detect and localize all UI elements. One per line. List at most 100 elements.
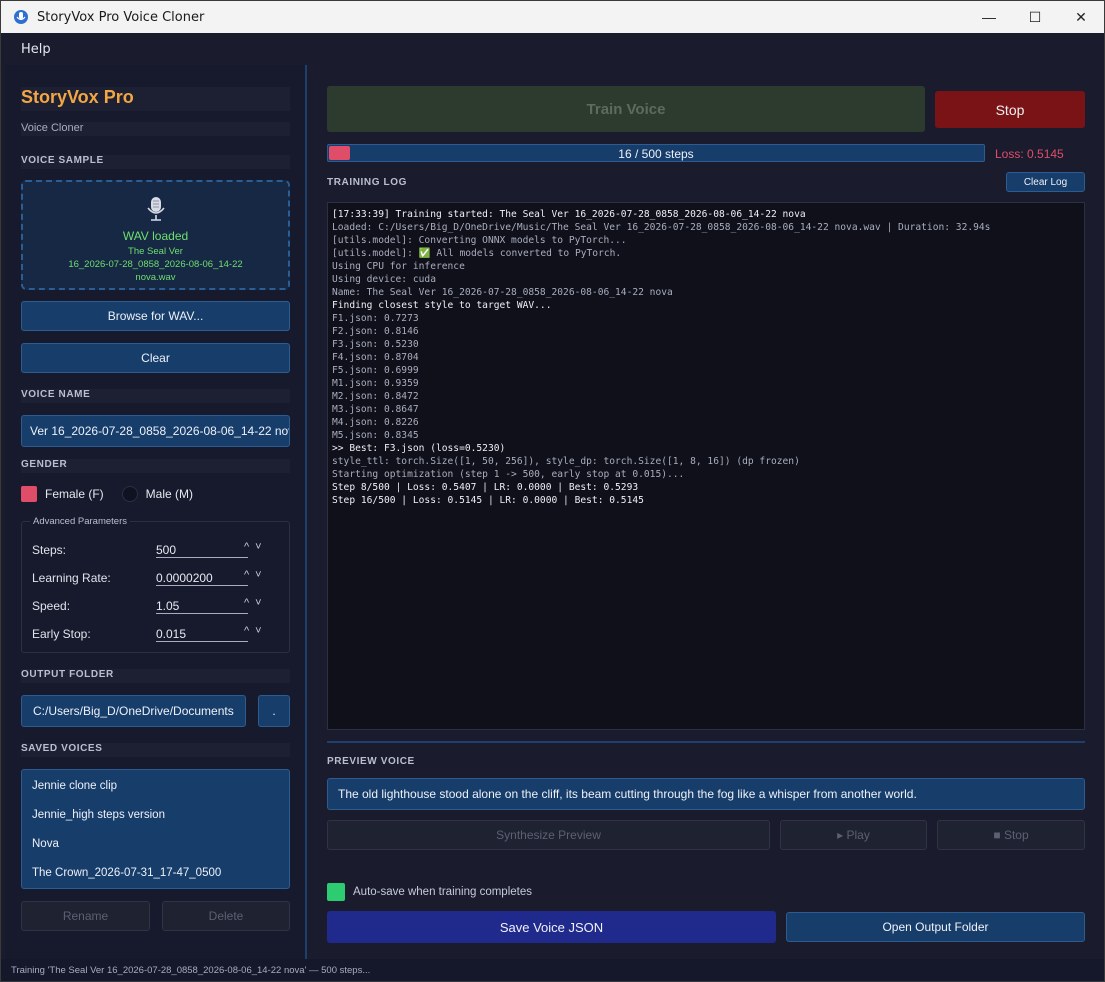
- training-log-header: TRAINING LOG: [327, 177, 407, 188]
- param-row-speed: Speed: 1.05 ^˅: [32, 596, 282, 614]
- window-title: StoryVox Pro Voice Cloner: [37, 9, 205, 25]
- log-line: [utils.model]: ✅ All models converted to…: [332, 248, 622, 259]
- log-line: Name: The Seal Ver 16_2026-07-28_0858_20…: [332, 287, 673, 298]
- sample-filename: The Seal Ver 16_2026-07-28_0858_2026-08-…: [23, 245, 288, 284]
- voice-sample-header: VOICE SAMPLE: [21, 155, 290, 169]
- training-log[interactable]: [17:33:39] Training started: The Seal Ve…: [327, 202, 1085, 730]
- app-window: StoryVox Pro Voice Cloner — ☐ ✕ Help Sto…: [0, 0, 1105, 982]
- app-logo-icon: [14, 10, 28, 24]
- saved-voices-header: SAVED VOICES: [21, 743, 290, 757]
- advanced-parameters-title: Advanced Parameters: [30, 516, 130, 527]
- section-divider: [327, 741, 1085, 743]
- male-radio[interactable]: [121, 486, 138, 502]
- right-panel: Train Voice Stop 16 / 500 steps Loss: 0.…: [309, 65, 1104, 959]
- speed-spinbox[interactable]: 1.05: [156, 596, 248, 614]
- log-line: >> Best: F3.json (loss=0.5230): [332, 443, 506, 454]
- male-label[interactable]: Male (M): [146, 487, 193, 501]
- log-line: Step 8/500 | Loss: 0.5407 | LR: 0.0000 |…: [332, 482, 639, 493]
- param-label: Early Stop:: [32, 627, 91, 641]
- log-line: style_ttl: torch.Size([1, 50, 256]), sty…: [332, 456, 800, 467]
- close-button[interactable]: ✕: [1058, 1, 1104, 33]
- log-line: M5.json: 0.8345: [332, 430, 419, 441]
- app-name: StoryVox Pro: [21, 87, 290, 111]
- rename-button[interactable]: Rename: [21, 901, 150, 931]
- log-line: F2.json: 0.8146: [332, 326, 419, 337]
- param-label: Steps:: [32, 543, 67, 557]
- log-line: Finding closest style to target WAV...: [332, 300, 552, 311]
- early-stop-spinbox[interactable]: 0.015: [156, 624, 248, 642]
- voice-name-input[interactable]: Ver 16_2026-07-28_0858_2026-08-06_14-22 …: [21, 415, 290, 447]
- training-progress-bar: 16 / 500 steps: [327, 144, 985, 162]
- log-line: M4.json: 0.8226: [332, 417, 419, 428]
- autosave-option: Auto-save when training completes: [327, 883, 532, 901]
- female-label[interactable]: Female (F): [45, 487, 104, 501]
- left-panel: StoryVox Pro Voice Cloner VOICE SAMPLE W…: [5, 65, 307, 959]
- learning-rate-spinbox[interactable]: 0.0000200: [156, 568, 248, 586]
- list-item[interactable]: Jennie_high steps version: [32, 809, 165, 821]
- female-checkbox[interactable]: [21, 486, 37, 502]
- spin-arrows-icon[interactable]: ^˅: [244, 569, 268, 581]
- list-item[interactable]: Jennie clone clip: [32, 780, 117, 792]
- log-line: Using CPU for inference: [332, 261, 465, 272]
- autosave-checkbox[interactable]: [327, 883, 345, 901]
- output-browse-button[interactable]: .: [258, 695, 290, 727]
- delete-button[interactable]: Delete: [162, 901, 290, 931]
- synthesize-preview-button[interactable]: Synthesize Preview: [327, 820, 770, 850]
- preview-stop-button[interactable]: ■ Stop: [937, 820, 1085, 850]
- clear-log-button[interactable]: Clear Log: [1006, 172, 1085, 192]
- steps-spinbox[interactable]: 500: [156, 540, 248, 558]
- browse-wav-button[interactable]: Browse for WAV...: [21, 301, 290, 331]
- spin-arrows-icon[interactable]: ^˅: [244, 597, 268, 609]
- sample-filename-line: nova.wav: [135, 272, 176, 283]
- menu-bar: Help: [1, 33, 1104, 65]
- loss-readout: Loss: 0.5145: [995, 147, 1064, 161]
- log-line: F4.json: 0.8704: [332, 352, 419, 363]
- spin-arrows-icon[interactable]: ^˅: [244, 625, 268, 637]
- sample-status: WAV loaded: [122, 229, 189, 243]
- log-line: Using device: cuda: [332, 274, 436, 285]
- microphone-icon: [147, 197, 165, 221]
- window-controls: — ☐ ✕: [966, 1, 1104, 33]
- preview-text-input[interactable]: The old lighthouse stood alone on the cl…: [327, 778, 1085, 810]
- preview-voice-header: PREVIEW VOICE: [327, 756, 415, 767]
- log-line: Step 16/500 | Loss: 0.5145 | LR: 0.0000 …: [332, 495, 644, 506]
- param-label: Learning Rate:: [32, 571, 111, 585]
- status-bar: Training 'The Seal Ver 16_2026-07-28_085…: [1, 959, 1104, 981]
- open-output-folder-button[interactable]: Open Output Folder: [786, 912, 1085, 942]
- autosave-label[interactable]: Auto-save when training completes: [353, 886, 532, 898]
- param-row-early-stop: Early Stop: 0.015 ^˅: [32, 624, 282, 642]
- voice-name-header: VOICE NAME: [21, 389, 290, 403]
- stop-training-button[interactable]: Stop: [935, 91, 1085, 128]
- gender-header: GENDER: [21, 459, 290, 473]
- saved-voices-list: Jennie clone clip Jennie_high steps vers…: [21, 769, 290, 889]
- wav-drop-zone[interactable]: WAV loaded The Seal Ver 16_2026-07-28_08…: [21, 180, 290, 290]
- param-row-learning-rate: Learning Rate: 0.0000200 ^˅: [32, 568, 282, 586]
- param-row-steps: Steps: 500 ^˅: [32, 540, 282, 558]
- log-line: [utils.model]: Converting ONNX models to…: [332, 235, 627, 246]
- log-line: M3.json: 0.8647: [332, 404, 419, 415]
- progress-text: 16 / 500 steps: [618, 147, 694, 161]
- gender-selector: Female (F) Male (M): [21, 485, 193, 503]
- title-bar: StoryVox Pro Voice Cloner — ☐ ✕: [1, 1, 1104, 33]
- train-voice-button[interactable]: Train Voice: [327, 86, 925, 132]
- output-folder-input[interactable]: C:/Users/Big_D/OneDrive/Documents: [21, 695, 246, 727]
- param-label: Speed:: [32, 599, 71, 613]
- list-item[interactable]: Nova: [32, 838, 59, 850]
- advanced-parameters-group: Advanced Parameters Steps: 500 ^˅ Learni…: [21, 516, 290, 653]
- clear-sample-button[interactable]: Clear: [21, 343, 290, 373]
- spin-arrows-icon[interactable]: ^˅: [244, 541, 268, 553]
- log-line: Starting optimization (step 1 -> 500, ea…: [332, 469, 685, 480]
- log-line: [17:33:39] Training started: The Seal Ve…: [332, 209, 806, 220]
- play-button[interactable]: ▸ Play: [780, 820, 927, 850]
- output-folder-header: OUTPUT FOLDER: [21, 669, 290, 683]
- maximize-button[interactable]: ☐: [1012, 1, 1058, 33]
- save-voice-json-button[interactable]: Save Voice JSON: [327, 911, 776, 943]
- menu-help[interactable]: Help: [21, 42, 51, 57]
- log-line: F3.json: 0.5230: [332, 339, 419, 350]
- log-line: F1.json: 0.7273: [332, 313, 419, 324]
- sample-filename-line: The Seal Ver: [128, 246, 183, 257]
- log-line: Loaded: C:/Users/Big_D/OneDrive/Music/Th…: [332, 222, 991, 233]
- minimize-button[interactable]: —: [966, 1, 1012, 33]
- log-line: F5.json: 0.6999: [332, 365, 419, 376]
- list-item[interactable]: The Crown_2026-07-31_17-47_0500: [32, 867, 221, 879]
